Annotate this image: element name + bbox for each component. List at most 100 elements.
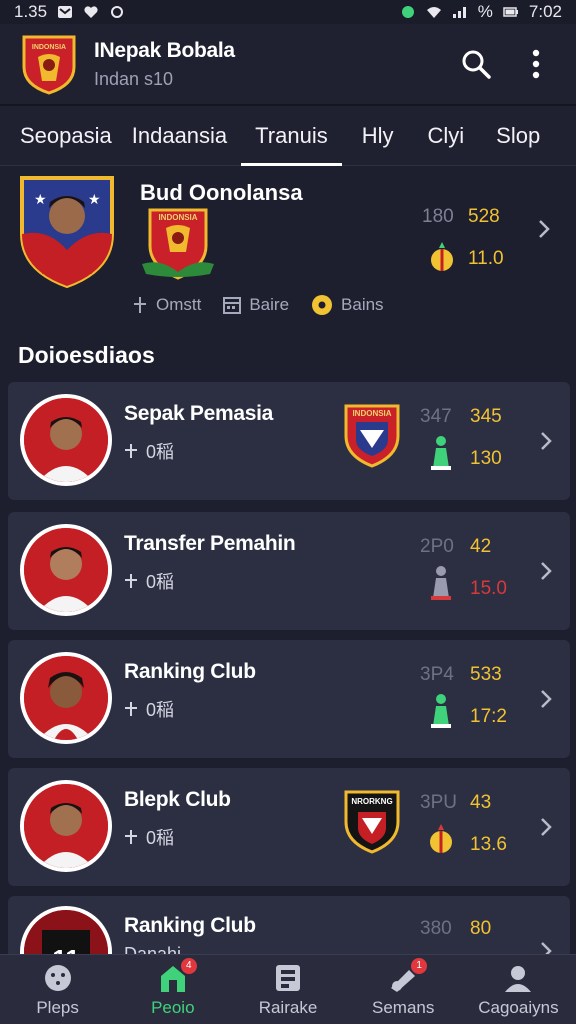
tab-bar: Seopasia Indaansia Tranuis Hly Clyi Slop bbox=[0, 106, 576, 166]
tab-hly[interactable]: Hly bbox=[342, 106, 394, 166]
ball-icon bbox=[44, 964, 71, 991]
message-icon bbox=[58, 6, 73, 18]
nav-item-cagoaiyns[interactable]: Cagoaiyns bbox=[461, 955, 576, 1024]
nav-item-peoio[interactable]: 4 Peoio bbox=[115, 955, 230, 1024]
list-item[interactable]: Sepak Pemasia 0稲 INDONSIA 347 345 130 bbox=[8, 382, 570, 500]
card-stat-primary: 533 bbox=[470, 664, 502, 685]
player-figure-icon bbox=[431, 566, 451, 600]
nav-label: Cagoaiyns bbox=[478, 997, 559, 1017]
chevron-right-icon[interactable] bbox=[538, 688, 554, 710]
card-subtitle: 0稲 bbox=[124, 696, 174, 722]
featured-stat-primary: 528 bbox=[468, 206, 500, 227]
svg-text:★: ★ bbox=[34, 191, 47, 207]
trophy-icon bbox=[431, 242, 453, 271]
nav-item-rairake[interactable]: Rairake bbox=[230, 955, 345, 1024]
profile-icon bbox=[505, 965, 532, 992]
pin-icon bbox=[134, 297, 146, 313]
list-item[interactable]: Ranking Club 0稲 3P4 533 17:2 bbox=[8, 640, 570, 758]
svg-text:INDONSIA: INDONSIA bbox=[32, 44, 66, 51]
tab-tranuis[interactable]: Tranuis bbox=[241, 106, 342, 166]
tab-tranuis-label: Tranuis bbox=[255, 122, 328, 148]
avatar bbox=[20, 394, 112, 486]
card-title: Blepk Club bbox=[124, 788, 231, 811]
wifi-icon bbox=[426, 7, 441, 18]
heart-icon bbox=[84, 6, 98, 18]
more-options-button[interactable] bbox=[516, 44, 556, 84]
svg-text:INDONSIA: INDONSIA bbox=[352, 409, 391, 418]
meta-item-omstt[interactable]: Omstt bbox=[132, 294, 201, 316]
featured-player-name: Bud Oonolansa bbox=[140, 180, 303, 205]
ranking-icon bbox=[276, 964, 300, 991]
list-item[interactable]: Blepk Club 0稲 NRORKNG 3PU 43 13.6 bbox=[8, 768, 570, 886]
card-subtitle: 0稲 bbox=[124, 824, 174, 850]
card-stat-secondary: 3PU bbox=[420, 792, 457, 813]
card-stat-primary: 42 bbox=[470, 536, 492, 557]
club-crest-icon: INDONSIA bbox=[344, 404, 400, 468]
card-stat-primary: 43 bbox=[470, 792, 492, 813]
pin-icon bbox=[125, 574, 137, 588]
card-stat-rating: 15.0 bbox=[470, 578, 507, 599]
nav-item-semans[interactable]: 1 Semans bbox=[346, 955, 461, 1024]
signal-icon bbox=[452, 7, 466, 18]
chevron-right-icon[interactable] bbox=[538, 430, 554, 452]
card-subtitle-text: 0稲 bbox=[146, 442, 175, 462]
app-notification-icon bbox=[401, 6, 414, 18]
app-header: INDONSIA INepak Bobala Indan s10 bbox=[0, 24, 576, 106]
trophy-icon bbox=[430, 824, 452, 853]
card-subtitle-text: 0稲 bbox=[146, 572, 175, 592]
chevron-right-icon[interactable] bbox=[538, 816, 554, 838]
search-button[interactable] bbox=[456, 44, 496, 84]
status-bar: 1.35 % 7:02 bbox=[0, 0, 576, 24]
card-title: Ranking Club bbox=[124, 914, 256, 937]
notification-badge: 4 bbox=[180, 957, 197, 974]
app-logo: INDONSIA bbox=[22, 35, 76, 95]
list-item[interactable]: Transfer Pemahin 0稲 2P0 42 15.0 bbox=[8, 512, 570, 630]
avatar: 11 bbox=[20, 906, 112, 954]
nav-label: Semans bbox=[372, 997, 435, 1017]
meta-item-bains[interactable]: Bains bbox=[311, 294, 384, 316]
battery-percent: % bbox=[477, 2, 493, 21]
player-photo bbox=[24, 398, 108, 482]
card-stat-rating: 13.6 bbox=[470, 834, 507, 855]
card-stat-secondary: 347 bbox=[420, 406, 452, 427]
meta-label-baire: Baire bbox=[249, 295, 290, 314]
nav-item-pleps[interactable]: Pleps bbox=[0, 955, 115, 1024]
section-title: Doioesdiaos bbox=[18, 342, 155, 368]
tab-clyi[interactable]: Clyi bbox=[394, 106, 465, 166]
card-title: Ranking Club bbox=[124, 660, 256, 683]
card-stat-primary: 80 bbox=[470, 918, 492, 939]
player-photo bbox=[24, 656, 108, 740]
card-title: Transfer Pemahin bbox=[124, 532, 296, 555]
chevron-right-icon[interactable] bbox=[538, 560, 554, 582]
card-subtitle: 0稲 bbox=[124, 568, 174, 594]
avatar bbox=[20, 780, 112, 872]
chevron-right-icon[interactable] bbox=[536, 218, 552, 240]
app-title: INepak Bobala bbox=[94, 38, 235, 62]
card-subtitle: 0稲 bbox=[124, 438, 174, 464]
nav-label: Rairake bbox=[258, 997, 318, 1017]
card-stat-secondary: 2P0 bbox=[420, 536, 454, 557]
featured-meta: Omstt Baire Bains bbox=[132, 294, 384, 316]
tab-indaansia[interactable]: Indaansia bbox=[112, 106, 227, 166]
svg-text:★: ★ bbox=[88, 191, 101, 207]
card-subtitle-text: Danahi bbox=[124, 944, 182, 954]
player-figure-icon bbox=[431, 694, 451, 728]
pin-icon bbox=[125, 830, 137, 844]
card-title: Sepak Pemasia bbox=[124, 402, 274, 425]
tab-slop[interactable]: Slop bbox=[464, 106, 540, 166]
club-crest-icon: INDONSIA bbox=[142, 208, 214, 280]
card-subtitle: Danahi bbox=[124, 944, 181, 954]
bottom-nav: Pleps 4 Peoio Rairake 1 Semans Cagoaiyns bbox=[0, 954, 576, 1024]
card-subtitle-text: 0稲 bbox=[146, 828, 175, 848]
notification-badge: 1 bbox=[411, 957, 428, 974]
club-crest-icon: NRORKNG bbox=[344, 790, 400, 854]
avatar bbox=[20, 652, 112, 744]
tab-seopasia[interactable]: Seopasia bbox=[0, 106, 112, 166]
avatar bbox=[20, 524, 112, 616]
svg-text:NRORKNG: NRORKNG bbox=[351, 797, 392, 806]
chevron-right-icon[interactable] bbox=[538, 940, 554, 954]
nav-label: Pleps bbox=[36, 997, 79, 1017]
featured-player[interactable]: ★ ★ Bud Oonolansa INDONSIA 180 528 11.0 … bbox=[0, 166, 576, 334]
list-item[interactable]: 11 Ranking Club Danahi 380 80 bbox=[8, 896, 570, 954]
meta-item-baire[interactable]: Baire bbox=[223, 294, 289, 316]
